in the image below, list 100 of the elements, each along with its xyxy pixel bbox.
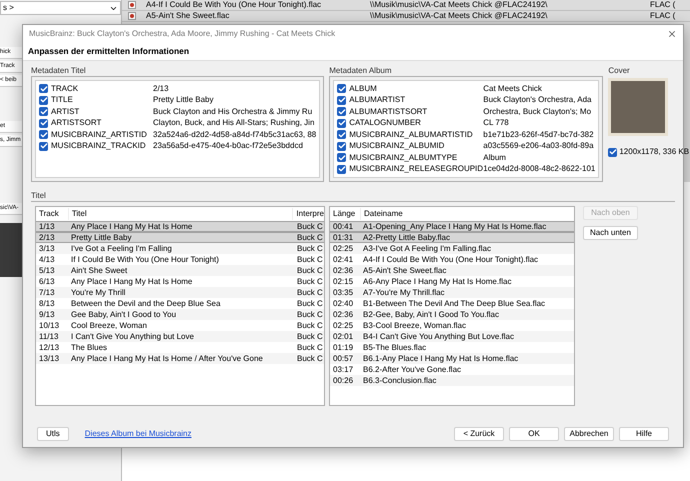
table-cell-text: Buck C xyxy=(296,298,323,310)
track-row[interactable]: 11/13 I Can't Give You Anything but Love Buck C xyxy=(36,331,324,342)
musicbrainz-link[interactable]: Dieses Album bei Musicbrainz xyxy=(84,428,192,440)
table-cell-text: 7/13 xyxy=(38,286,56,298)
track-row[interactable]: 8/13 Between the Devil and the Deep Blue Sea Buck C xyxy=(36,298,324,309)
file-row[interactable]: 02:36 A5-Ain't She Sweet.flac xyxy=(330,265,574,276)
table-cell-text: Between the Devil and the Deep Blue Sea xyxy=(70,298,222,310)
table-cell-text: Buck C xyxy=(296,320,323,332)
track-row[interactable]: 3/13 I've Got a Feeling I'm Falling Buck C xyxy=(36,243,324,254)
checkbox[interactable] xyxy=(337,118,346,128)
checkbox[interactable] xyxy=(337,142,346,151)
file-row[interactable]: 01:31 A2-Pretty Little Baby.flac xyxy=(330,232,574,243)
table-cell-text: 03:35 xyxy=(332,286,354,298)
table-cell-text: 9/13 xyxy=(38,308,56,320)
dropdown[interactable]: s > xyxy=(0,1,121,15)
metadata-value: Buck Clayton's Orchestra, Ada xyxy=(482,94,592,106)
file-row[interactable]: 02:01 B4-I Can't Give You Anything But Love.flac xyxy=(330,331,574,342)
table-cell-text: Buck C xyxy=(296,330,323,342)
checkbox[interactable] xyxy=(337,84,346,94)
checkbox[interactable] xyxy=(337,96,346,105)
checkbox[interactable] xyxy=(337,107,346,116)
table-cell-text: A2-Pretty Little Baby.flac xyxy=(362,232,450,244)
checkbox[interactable] xyxy=(337,130,346,140)
checkbox[interactable] xyxy=(39,107,48,116)
table-cell-text: 02:25 xyxy=(332,320,354,332)
table-cell-text: Gee Baby, Ain't I Good to You xyxy=(70,308,178,320)
table-cell-text: Buck C xyxy=(296,264,323,276)
close-icon[interactable] xyxy=(667,29,677,39)
checkbox[interactable] xyxy=(608,148,618,156)
dialog-button[interactable]: Hilfe xyxy=(619,427,669,441)
table-cell-text: The Blues xyxy=(70,342,108,354)
table-cell-text: B1-Between The Devil And The Deep Blue Sea.flac xyxy=(362,298,546,310)
file-row[interactable]: 00:26 B6.3-Conclusion.flac xyxy=(330,375,574,386)
checkbox[interactable] xyxy=(39,96,48,105)
table-cell-text: Buck C xyxy=(296,286,323,298)
metadata-value: CL 778 xyxy=(482,117,509,130)
track-row[interactable]: 4/13 If I Could Be With You (One Hour Tonight) Buck C xyxy=(36,254,324,265)
metadata-value: Album xyxy=(482,152,506,164)
table-cell-text: Buck C xyxy=(296,352,323,364)
file-row[interactable]: 02:36 B2-Gee, Baby, Ain't I Good To You.flac xyxy=(330,309,574,320)
file-path: \\Musik\music\VA-Cat Meets Chick @FLAC24192\ xyxy=(370,0,548,11)
metadata-value: Orchestra, Buck Clayton's; Mo xyxy=(482,106,592,118)
track-row[interactable]: 7/13 You're My Thrill Buck C xyxy=(36,287,324,298)
file-row[interactable]: 02:25 A3-I've Got A Feeling I'm Falling.flac xyxy=(330,243,574,254)
track-row[interactable]: 13/13 Any Place I Hang My Hat Is Home / After You've Gone Buck C xyxy=(36,353,324,364)
metadata-value: 2/13 xyxy=(152,82,169,95)
checkbox[interactable] xyxy=(337,153,346,162)
table-cell-text: A7-You're My Thrill.flac xyxy=(362,286,445,298)
table-cell-text: Any Place I Hang My Hat Is Home / After You've Gone xyxy=(70,352,264,364)
metadata-key: ARTISTSORT xyxy=(51,117,102,130)
track-row[interactable]: 6/13 Any Place I Hang My Hat Is Home Buck C xyxy=(36,276,324,287)
table-cell-text: B2-Gee, Baby, Ain't I Good To You.flac xyxy=(362,308,499,320)
table-cell-text: Cool Breeze, Woman xyxy=(70,320,148,332)
cover-info: 1200x1178, 336 KB xyxy=(619,146,690,158)
table-cell-text: Buck C xyxy=(296,342,323,354)
table-cell-text: A4-If I Could Be With You (One Hour Tonight).flac xyxy=(362,254,538,266)
move-button[interactable]: Nach unten xyxy=(583,226,638,240)
metadata-key: MUSICBRAINZ_ALBUMID xyxy=(349,140,444,152)
table-cell-text: 02:40 xyxy=(332,298,354,310)
checkbox[interactable] xyxy=(337,164,346,174)
checkbox[interactable] xyxy=(39,142,48,151)
column-header[interactable]: Länge xyxy=(330,208,360,220)
table-cell-text: 1/13 xyxy=(38,220,56,232)
metadata-key: CATALOGNUMBER xyxy=(349,117,421,130)
file-row[interactable]: 03:35 A7-You're My Thrill.flac xyxy=(330,287,574,298)
table-cell-text: 02:36 xyxy=(332,308,354,320)
track-row[interactable]: 2/13 Pretty Little Baby Buck C xyxy=(36,232,324,243)
track-row[interactable]: 9/13 Gee Baby, Ain't I Good to You Buck C xyxy=(36,309,324,320)
table-cell-text: Ain't She Sweet xyxy=(70,264,128,276)
table-cell-text: Buck C xyxy=(296,276,323,288)
checkbox[interactable] xyxy=(39,118,48,128)
file-row[interactable]: 00:41 A1-Opening_Any Place I Hang My Hat Is Home.flac xyxy=(330,221,574,232)
table-cell-text: You're My Thrill xyxy=(70,286,126,298)
dialog-button[interactable]: < Zurück xyxy=(454,427,504,441)
table-cell-text: Pretty Little Baby xyxy=(70,232,132,244)
column-header[interactable]: Interpre xyxy=(292,208,324,220)
dialog-button[interactable]: Abbrechen xyxy=(564,427,614,441)
column-header[interactable]: Dateiname xyxy=(360,208,574,220)
table-cell-text: 13/13 xyxy=(38,352,60,364)
track-row[interactable]: 5/13 Ain't She Sweet Buck C xyxy=(36,265,324,276)
group-label: Metadaten Album xyxy=(329,65,393,76)
column-header[interactable]: Titel xyxy=(68,208,292,220)
group-label: Metadaten Titel xyxy=(31,65,87,76)
column-header[interactable]: Track xyxy=(36,208,68,220)
photo-placeholder xyxy=(608,78,668,136)
dialog-heading: Anpassen der ermittelten Informationen xyxy=(28,45,190,58)
utils-button[interactable]: Utls xyxy=(37,427,69,441)
dialog-button[interactable]: OK xyxy=(509,427,559,441)
file-row[interactable]: 00:57 B6.1-Any Place I Hang My Hat Is Home.flac xyxy=(330,353,574,364)
file-format: FLAC ( xyxy=(650,0,676,11)
metadata-value: 23a56a5d-e475-40e4-b0ac-f72e5e3bddcd xyxy=(152,140,303,152)
checkbox[interactable] xyxy=(39,84,48,94)
table-cell-text: B3-Cool Breeze, Woman.flac xyxy=(362,320,466,332)
metadata-value: 32a524a6-d2d2-4d58-a84d-f74b5c31ac63, 88 xyxy=(152,128,316,141)
metadata-value: Clayton, Buck, and His All-Stars; Rushing, Jin xyxy=(152,117,314,130)
checkbox[interactable] xyxy=(39,130,48,140)
track-row[interactable]: 1/13 Any Place I Hang My Hat Is Home Buck C xyxy=(36,221,324,232)
metadata-key: MUSICBRAINZ_RELEASEGROUPID xyxy=(349,163,484,176)
table-cell-text: 02:25 xyxy=(332,242,354,254)
file-name: A5-Ain't She Sweet.flac xyxy=(146,10,230,22)
